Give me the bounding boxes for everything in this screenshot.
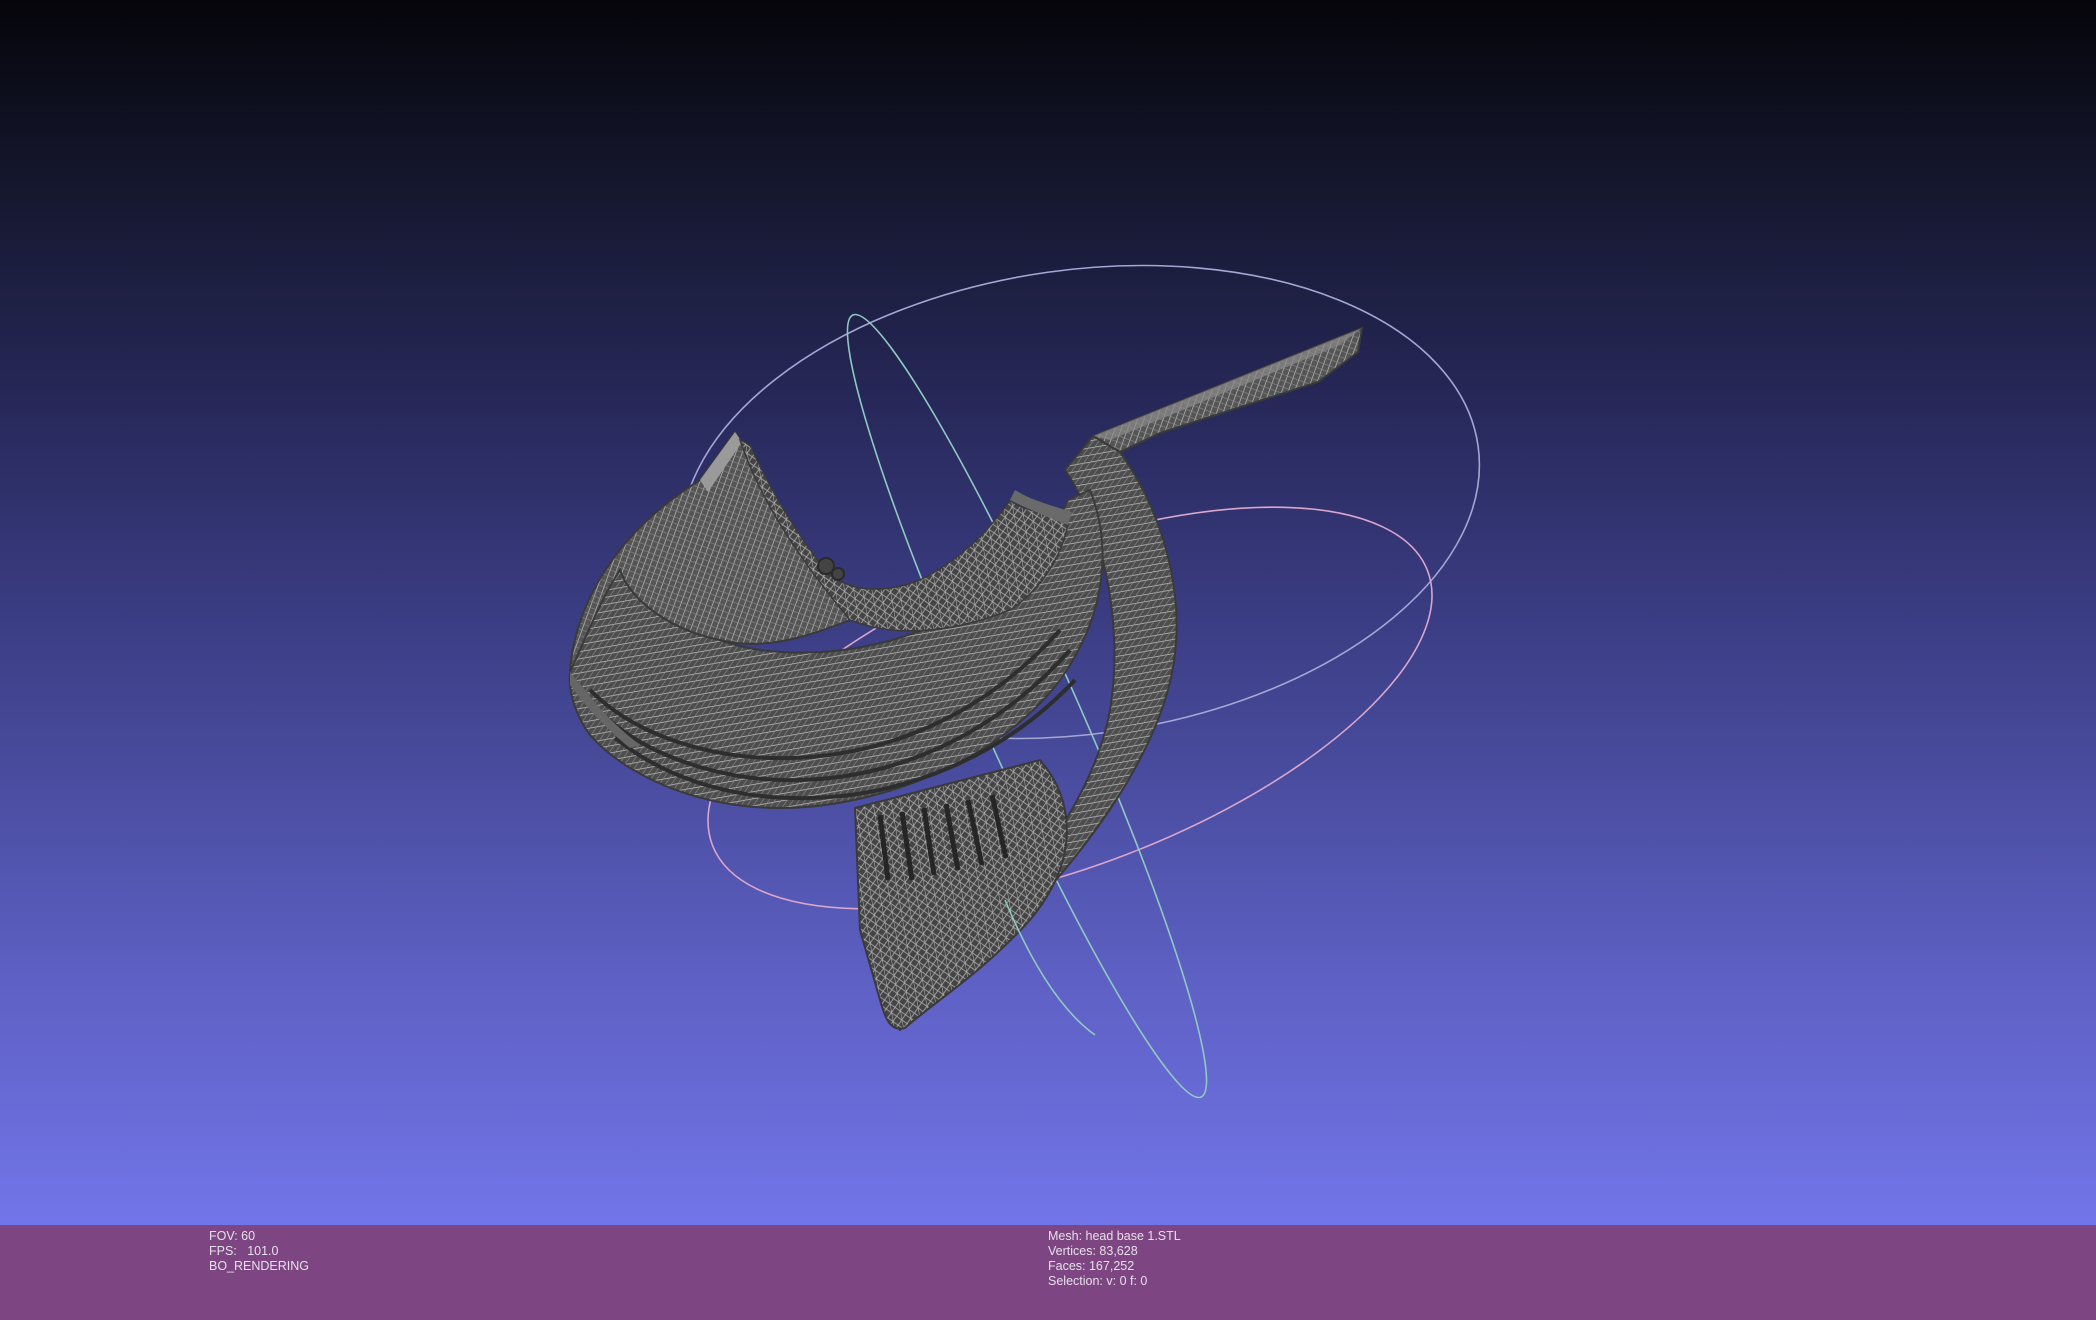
status-bar: FOV: 60 FPS: 101.0 BO_RENDERING Mesh: he… <box>0 1225 2096 1320</box>
render-info: FOV: 60 FPS: 101.0 BO_RENDERING <box>209 1229 309 1274</box>
faces-label: Faces: 167,252 <box>1048 1259 1135 1273</box>
mesh-info: Mesh: head base 1.STL Vertices: 83,628 F… <box>1048 1229 1181 1289</box>
fov-label: FOV: 60 <box>209 1229 256 1243</box>
selection-label: Selection: v: 0 f: 0 <box>1048 1274 1148 1288</box>
mesh-name-label: Mesh: head base 1.STL <box>1048 1229 1181 1243</box>
render-mode-label: BO_RENDERING <box>209 1259 310 1273</box>
mesh-model[interactable] <box>568 326 1364 1032</box>
meshlab-window: FOV: 60 FPS: 101.0 BO_RENDERING Mesh: he… <box>0 0 2096 1320</box>
vertices-label: Vertices: 83,628 <box>1048 1244 1138 1258</box>
mesh-scene[interactable] <box>0 0 2096 1225</box>
fps-label: FPS: 101.0 <box>209 1244 279 1258</box>
3d-viewport[interactable] <box>0 0 2096 1225</box>
